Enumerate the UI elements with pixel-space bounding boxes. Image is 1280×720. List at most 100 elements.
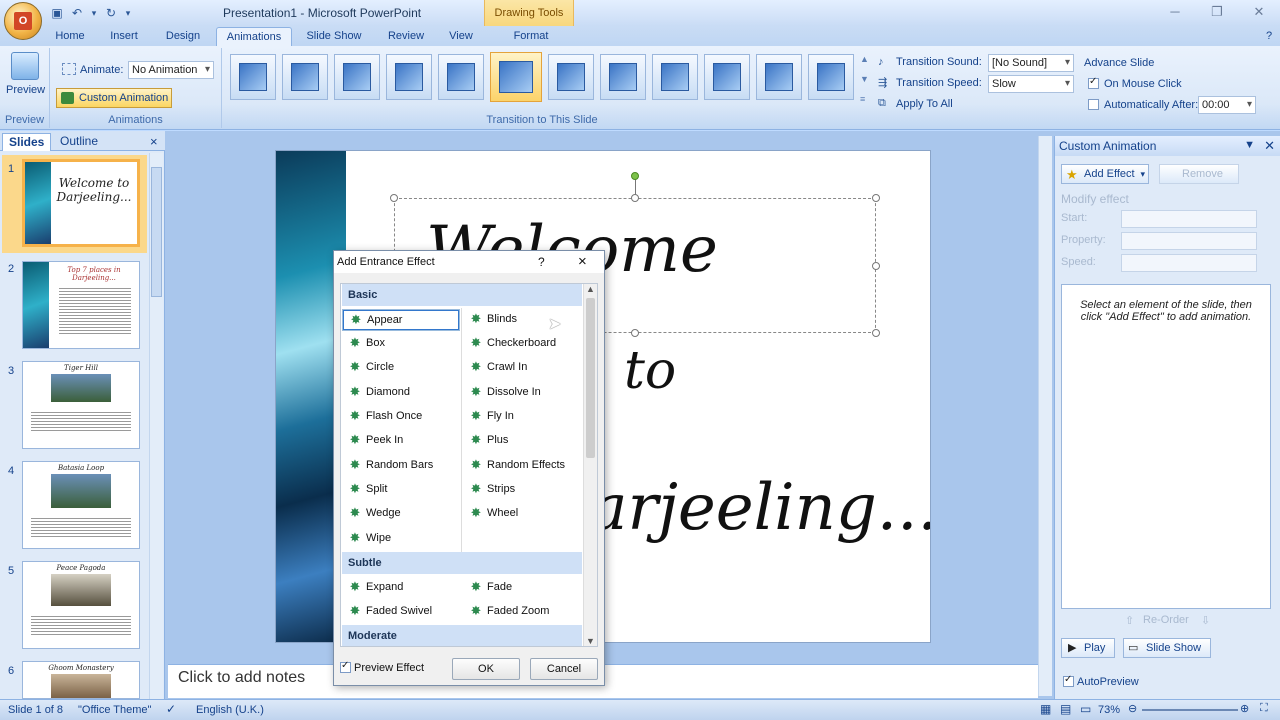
effect-item[interactable]: ✸ Random Effects — [464, 456, 580, 476]
help-icon[interactable]: ? — [538, 255, 545, 269]
effect-item[interactable]: ✸ Blinds — [464, 310, 580, 330]
tab-insert[interactable]: Insert — [101, 27, 147, 46]
effect-list-scrollbar[interactable]: ▲ ▼ — [583, 284, 597, 646]
slide-thumb-2[interactable]: Top 7 places in Darjeeling... — [22, 261, 140, 349]
custom-animation-button[interactable]: Custom Animation — [56, 88, 172, 108]
resize-handle[interactable] — [390, 194, 398, 202]
slide-thumb-4[interactable]: Batasia Loop — [22, 461, 140, 549]
pane-close-icon[interactable]: ✕ — [1264, 138, 1275, 154]
auto-after-spinner[interactable]: 00:00 — [1198, 96, 1256, 114]
ok-button[interactable]: OK — [452, 658, 520, 680]
play-button[interactable]: ▶ Play — [1061, 638, 1115, 658]
scroll-up-icon[interactable]: ▲ — [584, 284, 597, 294]
transition-thumb[interactable] — [704, 54, 750, 100]
effect-item[interactable]: ✸ Strips — [464, 480, 580, 500]
add-effect-button[interactable]: ★ Add Effect ▾ — [1061, 164, 1149, 184]
tab-animations[interactable]: Animations — [216, 27, 292, 46]
transition-thumb[interactable] — [548, 54, 594, 100]
undo-dropdown-icon[interactable]: ▾ — [90, 6, 98, 20]
transition-thumb[interactable] — [334, 54, 380, 100]
effect-item[interactable]: ✸ Flash Once — [343, 407, 459, 427]
slides-scrollbar[interactable] — [149, 153, 163, 699]
zoom-slider[interactable] — [1142, 709, 1238, 711]
cancel-button[interactable]: Cancel — [530, 658, 598, 680]
transition-thumb[interactable] — [600, 54, 646, 100]
animate-select[interactable]: No Animation — [128, 61, 214, 79]
preview-effect-checkbox[interactable] — [340, 660, 351, 673]
rotate-handle[interactable] — [631, 172, 639, 180]
slide-show-button[interactable]: ▭ Slide Show — [1123, 638, 1211, 658]
scroll-thumb[interactable] — [151, 167, 162, 297]
tab-slides[interactable]: Slides — [2, 133, 52, 151]
effect-item[interactable]: ✸ Plus — [464, 431, 580, 451]
effect-item[interactable]: ✸ Crawl In — [464, 358, 580, 378]
speed-select[interactable] — [1121, 254, 1257, 272]
status-zoom[interactable]: 73% — [1098, 704, 1120, 716]
fit-window-icon[interactable]: ⛶ — [1260, 702, 1268, 715]
office-button[interactable]: O — [4, 2, 42, 40]
close-window-icon[interactable]: ✕ — [1238, 0, 1280, 24]
effect-item[interactable]: ✸ Checkerboard — [464, 334, 580, 354]
undo-icon[interactable]: ↶ — [70, 6, 84, 20]
apply-to-all-button[interactable]: Apply To All — [896, 98, 953, 110]
start-select[interactable] — [1121, 210, 1257, 228]
effect-item[interactable]: ✸ Box — [343, 334, 459, 354]
effect-item[interactable]: ✸ Wheel — [464, 504, 580, 524]
effect-item[interactable]: ✸ Random Bars — [343, 456, 459, 476]
effect-item[interactable]: ✸ Expand — [343, 578, 459, 598]
slide-thumb-3[interactable]: Tiger Hill — [22, 361, 140, 449]
effect-item[interactable]: ✸ Diamond — [343, 383, 459, 403]
restore-icon[interactable]: ❐ — [1196, 0, 1238, 24]
minimize-icon[interactable]: ─ — [1154, 0, 1196, 24]
slideshow-view-icon[interactable]: ▭ — [1080, 702, 1091, 716]
resize-handle[interactable] — [872, 262, 880, 270]
save-icon[interactable]: ▣ — [50, 6, 64, 20]
on-mouse-click-checkbox[interactable] — [1088, 76, 1099, 89]
effect-item[interactable]: ✸ Dissolve In — [464, 383, 580, 403]
transition-thumb[interactable] — [756, 54, 802, 100]
transition-thumb[interactable] — [652, 54, 698, 100]
effect-item[interactable]: ✸ Faded Zoom — [464, 602, 580, 622]
pane-options-icon[interactable]: ▼ — [1244, 139, 1255, 151]
zoom-in-icon[interactable]: ⊕ — [1240, 702, 1249, 715]
gallery-scroll-down-icon[interactable]: ▼ — [860, 74, 869, 84]
zoom-out-icon[interactable]: ⊖ — [1128, 702, 1137, 715]
tab-outline[interactable]: Outline — [54, 133, 104, 151]
normal-view-icon[interactable]: ▦ — [1040, 702, 1051, 716]
slide-scrollbar[interactable] — [1038, 136, 1052, 696]
effect-item[interactable]: ✸ Wedge — [343, 504, 459, 524]
scroll-thumb[interactable] — [586, 298, 595, 458]
transition-thumb[interactable] — [438, 54, 484, 100]
transition-thumb[interactable] — [230, 54, 276, 100]
scroll-down-icon[interactable]: ▼ — [584, 636, 597, 646]
panel-close-icon[interactable]: × — [144, 133, 164, 151]
gallery-scroll-up-icon[interactable]: ▲ — [860, 54, 869, 64]
effect-item[interactable]: ✸ Fly In — [464, 407, 580, 427]
tab-review[interactable]: Review — [380, 27, 432, 46]
slide-thumb-5[interactable]: Peace Pagoda — [22, 561, 140, 649]
gallery-more-icon[interactable]: ≡ — [860, 94, 865, 104]
transition-thumb[interactable] — [282, 54, 328, 100]
slide-thumb-1[interactable]: Welcome to Darjeeling... — [22, 159, 140, 247]
preview-button[interactable]: Preview — [6, 52, 45, 96]
reorder-up-icon[interactable]: ⇧ — [1125, 614, 1134, 627]
effect-item[interactable]: ✸ Peek In — [343, 431, 459, 451]
effect-item[interactable]: ✸ Wipe — [343, 529, 459, 549]
customize-qat-icon[interactable]: ▾ — [124, 6, 132, 20]
redo-icon[interactable]: ↻ — [104, 6, 118, 20]
effect-item[interactable]: ✸ Fade — [464, 578, 580, 598]
close-icon[interactable]: × — [578, 253, 587, 270]
spellcheck-icon[interactable]: ✓ — [166, 702, 176, 716]
resize-handle[interactable] — [631, 329, 639, 337]
transition-thumb-selected[interactable] — [490, 52, 542, 102]
tab-format[interactable]: Format — [505, 27, 557, 46]
help-icon[interactable]: ? — [1260, 27, 1278, 46]
animation-list[interactable]: Select an element of the slide, then cli… — [1061, 284, 1271, 609]
effect-list[interactable]: Basic ✸ Appear ✸ Box ✸ Circle ✸ Diamond ✸ Fla… — [340, 283, 598, 647]
autopreview-checkbox[interactable] — [1063, 674, 1074, 687]
tab-view[interactable]: View — [440, 27, 482, 46]
status-language[interactable]: English (U.K.) — [196, 704, 264, 716]
transition-thumb[interactable] — [808, 54, 854, 100]
transition-sound-select[interactable]: [No Sound] — [988, 54, 1074, 72]
remove-button[interactable]: Remove — [1159, 164, 1239, 184]
